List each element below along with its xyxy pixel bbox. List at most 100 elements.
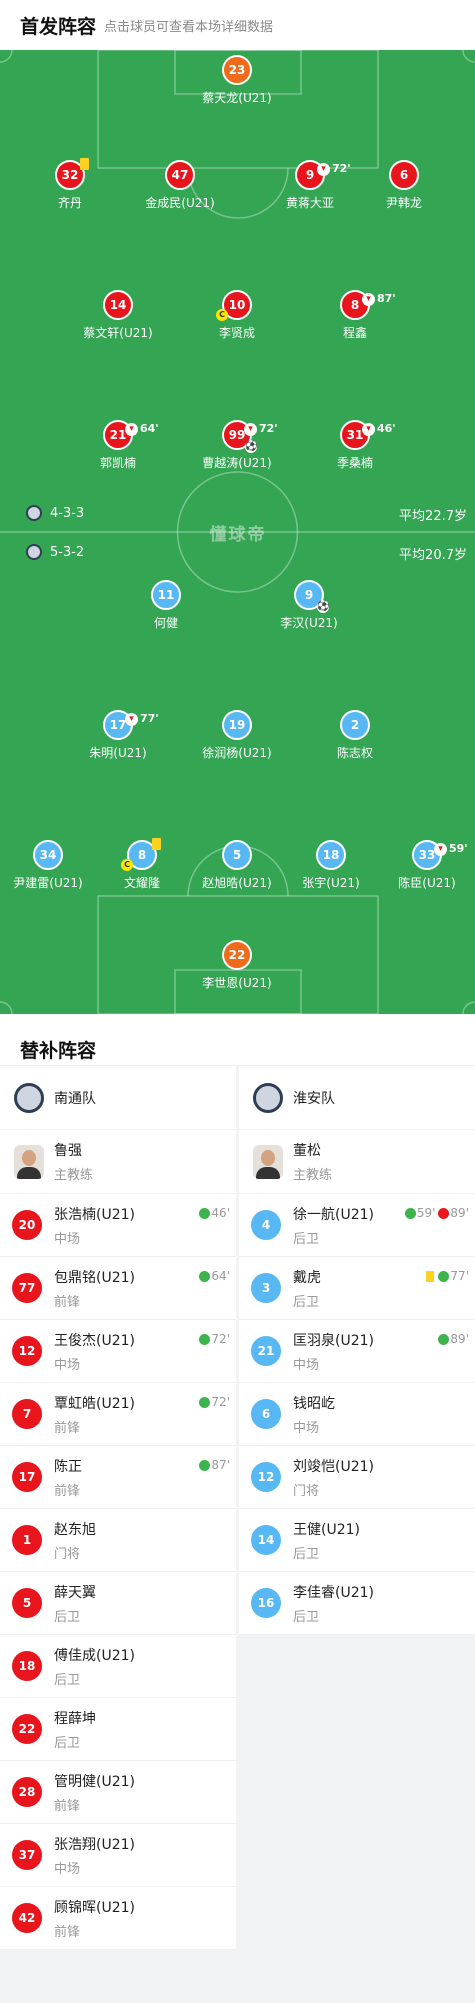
away-player[interactable]: 33 ▾ 59' 陈臣(U21): [372, 840, 475, 891]
sub-on-icon: [199, 1207, 211, 1219]
away-player[interactable]: 2 陈志权: [300, 710, 410, 761]
home-player[interactable]: 10 C 李贤成: [182, 290, 292, 341]
player-position: 前锋: [54, 1294, 81, 1310]
player-position: 中场: [54, 1357, 81, 1373]
home-player[interactable]: 99 ⚽ ▾ 72' 曹越涛(U21): [182, 420, 292, 471]
player-number-badge: 31 ▾ 46': [340, 420, 396, 450]
player-name: 尹韩龙: [385, 196, 422, 210]
watermark: 懂球帝: [209, 525, 267, 545]
sub-off-marker: ▾ 46': [362, 416, 396, 442]
player-number-badge: 22: [12, 1714, 42, 1744]
lineup-header: 首发阵容 点击球员可查看本场详细数据: [0, 0, 475, 50]
player-position: 后卫: [293, 1609, 320, 1625]
sub-player-row[interactable]: 12 刘竣恺(U21) 门将: [239, 1446, 475, 1509]
player-number-badge: 18: [316, 840, 346, 870]
home-player[interactable]: 47 金成民(U21): [125, 160, 235, 211]
player-name: 文耀隆: [123, 876, 160, 890]
coach-avatar: [253, 1144, 283, 1179]
sub-player-row[interactable]: 6 钱昭屹 中场: [239, 1383, 475, 1446]
sub-off-icon: ▾: [125, 712, 138, 726]
player-number-badge: 34: [33, 840, 63, 870]
captain-badge: C: [121, 859, 133, 871]
away-player[interactable]: 9 ⚽ 李汉(U21): [254, 580, 364, 631]
away-player[interactable]: 17 ▾ 77' 朱明(U21): [63, 710, 173, 761]
sub-player-row[interactable]: 28 管明健(U21) 前锋: [0, 1761, 236, 1824]
coach-row-left[interactable]: 鲁强 主教练: [0, 1130, 236, 1194]
sub-player-row[interactable]: 42 顾锦晖(U21) 前锋: [0, 1887, 236, 1950]
sub-player-row[interactable]: 1 赵东旭 门将: [0, 1509, 236, 1572]
team-row-right[interactable]: 淮安队: [239, 1066, 475, 1130]
sub-player-row[interactable]: 12 王俊杰(U21) 中场 72': [0, 1320, 236, 1383]
team-row-left[interactable]: 南通队: [0, 1066, 236, 1130]
player-name: 何健: [153, 616, 178, 630]
player-number-badge: 22: [222, 940, 252, 970]
home-player[interactable]: 14 蔡文轩(U21): [63, 290, 173, 341]
player-name: 朱明(U21): [89, 746, 147, 760]
sub-off-icon: ▾: [317, 162, 330, 176]
player-number-badge: 21 ▾ 64': [103, 420, 159, 450]
player-name: 王健(U21): [293, 1521, 360, 1538]
sub-player-row[interactable]: 37 张浩翔(U21) 中场: [0, 1824, 236, 1887]
away-player[interactable]: 18 张宇(U21): [276, 840, 386, 891]
sub-player-row[interactable]: 77 包鼎铭(U21) 前锋 64': [0, 1257, 236, 1320]
player-name: 郭凯楠: [99, 456, 136, 470]
away-player[interactable]: 19 徐润杨(U21): [182, 710, 292, 761]
sub-player-row[interactable]: 20 张浩楠(U21) 中场 46': [0, 1194, 236, 1257]
player-number-badge: 7: [12, 1399, 42, 1429]
player-name: 赵东旭: [54, 1521, 96, 1538]
sub-event: 46': [199, 1206, 230, 1220]
player-number-badge: 17: [12, 1462, 42, 1492]
away-player[interactable]: 8 C 文耀隆: [87, 838, 197, 891]
sub-player-row[interactable]: 5 薛天翼 后卫: [0, 1572, 236, 1635]
home-player[interactable]: 8 ▾ 87' 程鑫: [300, 290, 410, 341]
player-name: 薛天翼: [54, 1584, 96, 1601]
sub-player-row[interactable]: 4 徐一航(U21) 后卫 59' 89': [239, 1194, 475, 1257]
sub-on-icon: [199, 1459, 211, 1471]
sub-player-row[interactable]: 14 王健(U21) 后卫: [239, 1509, 475, 1572]
sub-on-icon: [199, 1270, 211, 1282]
player-position: 前锋: [54, 1798, 81, 1814]
home-player[interactable]: 31 ▾ 46' 季桑楠: [300, 420, 410, 471]
sub-player-row[interactable]: 3 戴虎 后卫 77': [239, 1257, 475, 1320]
sub-event: 72': [199, 1332, 230, 1346]
player-number-badge: 12: [251, 1462, 281, 1492]
player-position: 后卫: [293, 1294, 320, 1310]
sub-player-row[interactable]: 17 陈正 前锋 87': [0, 1446, 236, 1509]
home-player[interactable]: 32 齐丹: [15, 158, 125, 211]
player-number-badge: 2: [340, 710, 370, 740]
sub-player-row[interactable]: 16 李佳睿(U21) 后卫: [239, 1572, 475, 1635]
player-name: 金成民(U21): [145, 196, 215, 210]
player-name: 陈臣(U21): [398, 876, 456, 890]
sub-on-icon: [438, 1333, 450, 1345]
home-player[interactable]: 23 蔡天龙(U21): [182, 55, 292, 106]
away-player[interactable]: 11 何健: [111, 580, 221, 631]
player-name: 钱昭屹: [293, 1395, 335, 1412]
player-name: 程鑫: [342, 326, 367, 340]
yellow-card-icon: [426, 1270, 435, 1282]
sub-off-icon: ▾: [125, 422, 138, 436]
coach-row-right[interactable]: 董松 主教练: [239, 1130, 475, 1194]
player-number-badge: 12: [12, 1336, 42, 1366]
player-name: 陈志权: [336, 746, 373, 760]
subs-right-column: 淮安队 董松 主教练 4 徐一航(U21) 后卫 59' 89' 3 戴虎 后卫 77' 21 匡羽泉…: [239, 1066, 475, 1635]
goal-ball-icon: ⚽: [317, 601, 330, 613]
home-player[interactable]: 6 尹韩龙: [349, 160, 459, 211]
player-number-badge: 23: [222, 55, 252, 85]
sub-on-icon: [199, 1396, 211, 1408]
away-team-logo-icon: [26, 544, 42, 560]
sub-player-row[interactable]: 22 程薛坤 后卫: [0, 1698, 236, 1761]
home-player[interactable]: 21 ▾ 64' 郭凯楠: [63, 420, 173, 471]
player-name: 张浩翔(U21): [54, 1836, 135, 1853]
sub-off-icon: ▾: [362, 292, 375, 306]
player-name: 程薛坤: [54, 1710, 96, 1727]
away-player[interactable]: 22 李世恩(U21): [182, 940, 292, 991]
player-number-badge: 33 ▾ 59': [412, 840, 468, 870]
sub-player-row[interactable]: 7 覃虹皓(U21) 前锋 72': [0, 1383, 236, 1446]
sub-player-row[interactable]: 21 匡羽泉(U21) 中场 89': [239, 1320, 475, 1383]
captain-badge: C: [216, 309, 228, 321]
player-name: 徐一航(U21): [293, 1206, 374, 1223]
player-position: 前锋: [54, 1924, 81, 1940]
player-number-badge: 6: [389, 160, 419, 190]
sub-off-icon: ▾: [244, 422, 257, 436]
sub-player-row[interactable]: 18 傅佳成(U21) 后卫: [0, 1635, 236, 1698]
